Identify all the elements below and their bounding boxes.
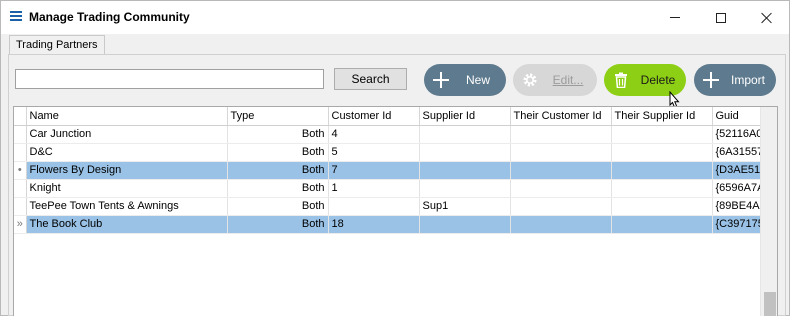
cell-customer-id[interactable] — [328, 197, 420, 216]
search-input[interactable] — [15, 69, 324, 89]
cell-their-supplier-id[interactable] — [611, 143, 713, 162]
minimize-button[interactable] — [652, 1, 698, 34]
table-row-selected[interactable]: • Flowers By Design Both 7 {D3AE511 — [14, 161, 772, 180]
cell-their-customer-id[interactable] — [510, 197, 612, 216]
column-header-their-supplier-id[interactable]: Their Supplier Id — [611, 107, 713, 126]
column-header-supplier-id[interactable]: Supplier Id — [419, 107, 511, 126]
cell-name[interactable]: Flowers By Design — [26, 161, 228, 180]
title-bar: Manage Trading Community — [1, 1, 789, 34]
cell-name[interactable]: Car Junction — [26, 125, 228, 144]
window-title: Manage Trading Community — [29, 10, 190, 24]
row-indicator[interactable] — [14, 125, 27, 144]
cell-their-supplier-id[interactable] — [611, 179, 713, 198]
cell-type[interactable]: Both — [227, 125, 329, 144]
edit-button[interactable]: Edit... — [513, 64, 597, 96]
table-row[interactable]: D&C Both 5 {6A31557 — [14, 143, 772, 162]
column-header-name[interactable]: Name — [26, 107, 228, 126]
row-indicator[interactable] — [14, 143, 27, 162]
cell-name[interactable]: D&C — [26, 143, 228, 162]
minimize-icon — [670, 17, 680, 18]
cell-customer-id[interactable]: 7 — [328, 161, 420, 180]
close-icon — [761, 12, 773, 24]
table-row[interactable]: Car Junction Both 4 {52116A0 — [14, 125, 772, 144]
cell-their-customer-id[interactable] — [510, 161, 612, 180]
close-button[interactable] — [744, 1, 790, 34]
cell-their-customer-id[interactable] — [510, 125, 612, 144]
cell-their-supplier-id[interactable] — [611, 161, 713, 180]
cell-supplier-id[interactable] — [419, 161, 511, 180]
cell-customer-id[interactable]: 4 — [328, 125, 420, 144]
cell-customer-id[interactable]: 1 — [328, 179, 420, 198]
cell-their-supplier-id[interactable] — [611, 215, 713, 234]
manage-trading-community-window: Manage Trading Community Trading Partner… — [0, 0, 790, 316]
cell-name[interactable]: Knight — [26, 179, 228, 198]
edit-button-label: Edit... — [552, 73, 584, 87]
new-button-label: New — [465, 73, 490, 87]
scrollbar-thumb[interactable] — [764, 292, 776, 316]
cell-name[interactable]: The Book Club — [26, 215, 228, 234]
cell-type[interactable]: Both — [227, 143, 329, 162]
import-button[interactable]: Import — [694, 64, 776, 96]
search-button[interactable]: Search — [334, 68, 407, 90]
trading-partners-grid[interactable]: Name Type Customer Id Supplier Id Their … — [13, 106, 778, 316]
row-indicator[interactable] — [14, 197, 27, 216]
cell-supplier-id[interactable]: Sup1 — [419, 197, 511, 216]
cell-type[interactable]: Both — [227, 179, 329, 198]
cell-their-supplier-id[interactable] — [611, 197, 713, 216]
row-indicator-header — [14, 107, 27, 126]
column-header-customer-id[interactable]: Customer Id — [328, 107, 420, 126]
import-button-label: Import — [730, 73, 765, 87]
cell-type[interactable]: Both — [227, 197, 329, 216]
row-indicator[interactable] — [14, 179, 27, 198]
cell-their-customer-id[interactable] — [510, 179, 612, 198]
app-menu-icon — [10, 11, 24, 22]
cell-their-supplier-id[interactable] — [611, 125, 713, 144]
cell-type[interactable]: Both — [227, 161, 329, 180]
maximize-button[interactable] — [698, 1, 744, 34]
vertical-scrollbar[interactable] — [760, 107, 777, 316]
cell-name[interactable]: TeePee Town Tents & Awnings — [26, 197, 228, 216]
cell-customer-id[interactable]: 18 — [328, 215, 420, 234]
cell-supplier-id[interactable] — [419, 215, 511, 234]
maximize-icon — [716, 12, 726, 23]
grid-header-row: Name Type Customer Id Supplier Id Their … — [14, 107, 772, 126]
cell-customer-id[interactable]: 5 — [328, 143, 420, 162]
delete-button-label: Delete — [640, 73, 676, 87]
table-row-current[interactable]: » The Book Club Both 18 {C397175 — [14, 215, 772, 234]
table-row[interactable]: TeePee Town Tents & Awnings Both Sup1 {8… — [14, 197, 772, 216]
row-indicator[interactable]: • — [14, 161, 27, 180]
column-header-their-customer-id[interactable]: Their Customer Id — [510, 107, 612, 126]
cell-supplier-id[interactable] — [419, 143, 511, 162]
cell-supplier-id[interactable] — [419, 125, 511, 144]
cell-type[interactable]: Both — [227, 215, 329, 234]
cell-their-customer-id[interactable] — [510, 215, 612, 234]
new-button[interactable]: New — [424, 64, 506, 96]
row-indicator[interactable]: » — [14, 215, 27, 234]
table-row[interactable]: Knight Both 1 {6596A7A — [14, 179, 772, 198]
tab-trading-partners[interactable]: Trading Partners — [9, 35, 105, 55]
column-header-type[interactable]: Type — [227, 107, 329, 126]
cell-supplier-id[interactable] — [419, 179, 511, 198]
cell-their-customer-id[interactable] — [510, 143, 612, 162]
